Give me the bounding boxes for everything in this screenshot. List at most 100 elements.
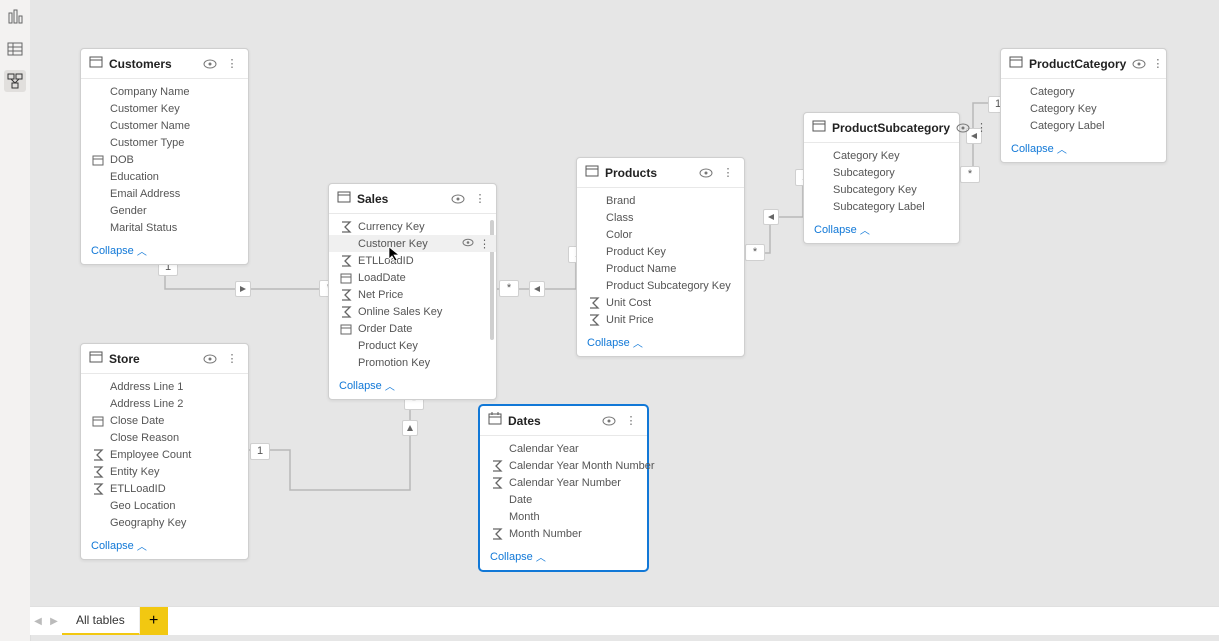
visibility-icon[interactable] — [956, 120, 970, 136]
table-products[interactable]: Products ⋮ BrandClassColorProduct KeyPro… — [576, 157, 745, 357]
field-row[interactable]: Customer Key⋮ — [329, 235, 496, 252]
field-row[interactable]: Category — [1001, 83, 1166, 100]
field-row[interactable]: Currency Key — [329, 218, 496, 235]
collapse-link[interactable]: Collapse︿ — [91, 243, 147, 258]
collapse-link[interactable]: Collapse︿ — [587, 335, 643, 350]
field-row[interactable]: LoadDate — [329, 269, 496, 286]
filter-direction-icon[interactable] — [763, 209, 779, 225]
field-row[interactable]: Category Label — [1001, 117, 1166, 134]
field-row[interactable]: Month — [480, 508, 647, 525]
model-canvas[interactable]: 1 * 1 * * 1 * 1 * 1 Customers ⋮ Company … — [30, 0, 1219, 607]
table-customers[interactable]: Customers ⋮ Company NameCustomer KeyCust… — [80, 48, 249, 265]
more-options-icon[interactable]: ⋮ — [720, 165, 736, 181]
table-header[interactable]: Dates ⋮ — [480, 406, 647, 436]
field-row[interactable]: Color — [577, 226, 744, 243]
more-options-icon[interactable]: ⋮ — [472, 191, 488, 207]
table-sales[interactable]: Sales ⋮ Currency Key Customer Key⋮ETLLoad… — [328, 183, 497, 400]
field-row[interactable]: Geography Key — [81, 514, 248, 531]
table-header[interactable]: ProductSubcategory ⋮ — [804, 113, 959, 143]
field-row[interactable]: Geo Location — [81, 497, 248, 514]
data-view-icon[interactable] — [4, 38, 26, 60]
field-row[interactable]: DOB — [81, 151, 248, 168]
tab-nav-prev[interactable]: ◀ — [30, 607, 46, 635]
field-row[interactable]: Date — [480, 491, 647, 508]
visibility-icon[interactable] — [202, 56, 218, 72]
field-row[interactable]: Calendar Year — [480, 440, 647, 457]
collapse-link[interactable]: Collapse︿ — [91, 538, 147, 553]
field-row[interactable]: Month Number — [480, 525, 647, 542]
blank-icon — [91, 119, 105, 133]
field-row[interactable]: Subcategory Key — [804, 181, 959, 198]
field-label: Currency Key — [358, 221, 425, 233]
field-row[interactable]: Net Price — [329, 286, 496, 303]
field-row[interactable]: Subcategory — [804, 164, 959, 181]
field-row[interactable]: Entity Key — [81, 463, 248, 480]
field-row[interactable]: Education — [81, 168, 248, 185]
filter-direction-icon[interactable] — [235, 281, 251, 297]
field-row[interactable]: Address Line 2 — [81, 395, 248, 412]
field-row[interactable]: Address Line 1 — [81, 378, 248, 395]
layout-tab-all-tables[interactable]: All tables — [62, 607, 140, 635]
collapse-link[interactable]: Collapse︿ — [814, 222, 870, 237]
field-row[interactable]: Close Reason — [81, 429, 248, 446]
field-row[interactable]: Calendar Year Month Number — [480, 457, 647, 474]
field-row[interactable]: Calendar Year Number — [480, 474, 647, 491]
table-productcategory[interactable]: ProductCategory ⋮ CategoryCategory KeyCa… — [1000, 48, 1167, 163]
report-view-icon[interactable] — [4, 6, 26, 28]
more-options-icon[interactable]: ⋮ — [224, 351, 240, 367]
blank-icon — [339, 237, 353, 251]
field-row[interactable]: Customer Name — [81, 117, 248, 134]
field-row[interactable]: Category Key — [804, 147, 959, 164]
add-layout-button[interactable]: + — [140, 607, 168, 635]
field-row[interactable]: Online Sales Key — [329, 303, 496, 320]
more-options-icon[interactable]: ⋮ — [1152, 56, 1163, 72]
visibility-icon[interactable] — [698, 165, 714, 181]
field-row[interactable]: Company Name — [81, 83, 248, 100]
filter-direction-icon[interactable] — [529, 281, 545, 297]
field-row[interactable]: Product Key — [329, 337, 496, 354]
field-row[interactable]: Close Date — [81, 412, 248, 429]
field-row[interactable]: Product Name — [577, 260, 744, 277]
field-row[interactable]: Category Key — [1001, 100, 1166, 117]
field-row[interactable]: Brand — [577, 192, 744, 209]
model-view-icon[interactable] — [4, 70, 26, 92]
collapse-link[interactable]: Collapse︿ — [490, 549, 546, 564]
field-row[interactable]: Order Date — [329, 320, 496, 337]
table-store[interactable]: Store ⋮ Address Line 1Address Line 2Clos… — [80, 343, 249, 560]
table-productsubcategory[interactable]: ProductSubcategory ⋮ Category KeySubcate… — [803, 112, 960, 244]
field-row[interactable]: Unit Cost — [577, 294, 744, 311]
field-row[interactable]: Customer Key — [81, 100, 248, 117]
visibility-icon[interactable] — [1132, 56, 1146, 72]
field-row[interactable]: Gender — [81, 202, 248, 219]
visibility-icon[interactable] — [202, 351, 218, 367]
field-row[interactable]: Customer Type — [81, 134, 248, 151]
field-row[interactable]: Marital Status — [81, 219, 248, 236]
more-options-icon[interactable]: ⋮ — [479, 237, 490, 250]
more-options-icon[interactable]: ⋮ — [224, 56, 240, 72]
field-row[interactable]: ETLLoadID — [329, 252, 496, 269]
field-row[interactable]: ETLLoadID — [81, 480, 248, 497]
field-row[interactable]: Unit Price — [577, 311, 744, 328]
table-header[interactable]: Sales ⋮ — [329, 184, 496, 214]
field-row[interactable]: Email Address — [81, 185, 248, 202]
field-row[interactable]: Product Key — [577, 243, 744, 260]
field-row[interactable]: Promotion Key — [329, 354, 496, 371]
table-header[interactable]: Store ⋮ — [81, 344, 248, 374]
table-dates[interactable]: Dates ⋮ Calendar YearCalendar Year Month… — [479, 405, 648, 571]
field-row[interactable]: Employee Count — [81, 446, 248, 463]
field-row[interactable]: Class — [577, 209, 744, 226]
collapse-link[interactable]: Collapse︿ — [1011, 141, 1067, 156]
table-header[interactable]: ProductCategory ⋮ — [1001, 49, 1166, 79]
more-options-icon[interactable]: ⋮ — [976, 120, 987, 136]
more-options-icon[interactable]: ⋮ — [623, 413, 639, 429]
table-header[interactable]: Customers ⋮ — [81, 49, 248, 79]
field-row[interactable]: Product Subcategory Key — [577, 277, 744, 294]
collapse-link[interactable]: Collapse︿ — [339, 378, 395, 393]
visibility-icon[interactable] — [450, 191, 466, 207]
filter-direction-icon[interactable] — [402, 420, 418, 436]
table-header[interactable]: Products ⋮ — [577, 158, 744, 188]
visibility-icon[interactable] — [601, 413, 617, 429]
field-row[interactable]: Subcategory Label — [804, 198, 959, 215]
visibility-icon[interactable] — [462, 236, 474, 251]
tab-nav-next[interactable]: ▶ — [46, 607, 62, 635]
